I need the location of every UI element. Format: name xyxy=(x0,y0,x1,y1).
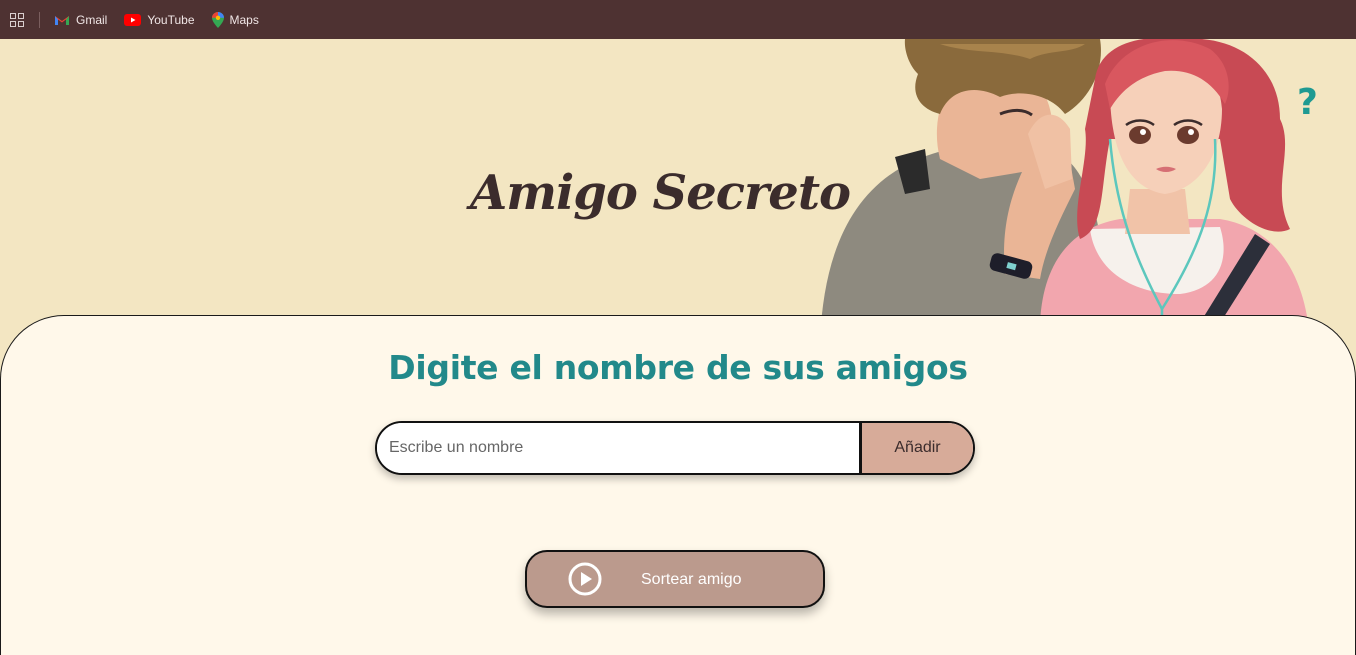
friend-name-input[interactable] xyxy=(377,423,859,473)
page-header: Amigo Secreto ? xyxy=(0,39,1356,339)
bookmark-label: YouTube xyxy=(147,12,195,27)
play-circle-icon xyxy=(567,561,603,597)
friends-whispering-illustration: ? xyxy=(800,39,1320,339)
gmail-icon xyxy=(54,14,70,26)
bookmark-maps[interactable]: Maps xyxy=(211,11,259,28)
bookmark-label: Maps xyxy=(229,12,259,27)
page-title: Amigo Secreto xyxy=(470,165,851,221)
bookmark-gmail[interactable]: Gmail xyxy=(54,13,107,27)
apps-grid-icon[interactable] xyxy=(10,12,24,27)
name-input-group: Añadir xyxy=(375,421,975,475)
svg-text:?: ? xyxy=(1297,82,1318,123)
maps-icon xyxy=(211,11,224,28)
youtube-icon xyxy=(124,13,142,26)
add-button[interactable]: Añadir xyxy=(859,423,973,473)
bookmarks-separator xyxy=(39,11,40,28)
draw-button-label: Sortear amigo xyxy=(641,571,742,588)
main-card: Digite el nombre de sus amigos Añadir So… xyxy=(0,315,1356,655)
draw-friend-button[interactable]: Sortear amigo xyxy=(525,550,825,608)
bookmarks-bar: Gmail YouTube Maps xyxy=(0,0,1356,39)
bookmark-label: Gmail xyxy=(76,12,108,27)
bookmark-youtube[interactable]: YouTube xyxy=(124,12,195,27)
section-subtitle: Digite el nombre de sus amigos xyxy=(388,348,968,387)
